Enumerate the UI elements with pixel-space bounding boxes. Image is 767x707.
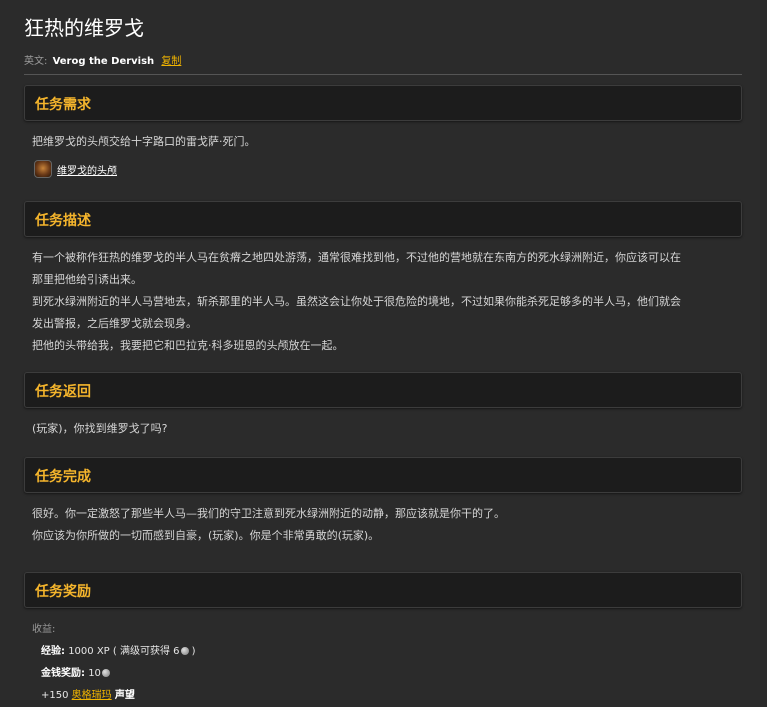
complete-header: 任务完成	[24, 457, 742, 493]
description-line: 那里把他给引诱出来。	[32, 273, 142, 286]
rewards-heading: 任务奖励	[35, 584, 91, 600]
copy-link[interactable]: 复制	[161, 56, 181, 67]
rewards-header: 任务奖励	[24, 572, 742, 608]
return-text: (玩家)，你找到维罗戈了吗?	[32, 422, 168, 435]
english-name: Verog the Dervish	[52, 56, 155, 67]
silver-coin-icon	[180, 647, 189, 655]
description-line: 有一个被称作狂热的维罗戈的半人马在贫瘠之地四处游荡，通常很难找到他，不过他的营地…	[32, 251, 681, 264]
reputation-reward: +150 奥格瑞玛 声望	[41, 685, 196, 707]
header-divider	[24, 74, 742, 75]
return-header: 任务返回	[24, 372, 742, 408]
description-line: 把他的头带给我，我要把它和巴拉克·科多班恩的头颅放在一起。	[32, 339, 344, 352]
xp-label: 经验:	[41, 646, 65, 657]
xp-reward: 经验: 1000 XP ( 满级可获得 6 )	[41, 641, 196, 663]
requirements-text: 把维罗戈的头颅交给十字路口的雷戈萨·死门。	[32, 135, 256, 148]
description-line: 到死水绿洲附近的半人马营地去，斩杀那里的半人马。虽然这会让你处于很危险的境地，不…	[32, 295, 681, 308]
english-label: 英文:	[24, 56, 48, 67]
description-heading: 任务描述	[35, 213, 91, 229]
rep-suffix: 声望	[114, 690, 135, 701]
quest-page: 狂热的维罗戈 英文: Verog the Dervish 复制 任务需求 把维罗…	[0, 0, 767, 707]
complete-line: 很好。你一定激怒了那些半人马—我们的守卫注意到死水绿洲附近的动静，那应该就是你干…	[32, 507, 505, 520]
description-text: 有一个被称作狂热的维罗戈的半人马在贫瘠之地四处游荡，通常很难找到他，不过他的营地…	[32, 247, 738, 357]
faction-link[interactable]: 奥格瑞玛	[72, 690, 112, 701]
page-title: 狂热的维罗戈	[24, 16, 144, 40]
money-label: 金钱奖励:	[41, 668, 85, 679]
requirements-heading: 任务需求	[35, 97, 91, 113]
requirements-header: 任务需求	[24, 85, 742, 121]
description-line: 发出警报，之后维罗戈就会现身。	[32, 317, 197, 330]
complete-text: 很好。你一定激怒了那些半人马—我们的守卫注意到死水绿洲附近的动静，那应该就是你干…	[32, 503, 738, 547]
xp-tail: )	[188, 646, 196, 657]
description-header: 任务描述	[24, 201, 742, 237]
return-heading: 任务返回	[35, 384, 91, 400]
gain-label: 收益:	[32, 624, 56, 635]
rewards-block: 收益: 经验: 1000 XP ( 满级可获得 6 ) 金钱奖励: 10 +15…	[32, 620, 196, 707]
money-value: 10	[88, 668, 101, 679]
rep-amount: +150	[41, 690, 69, 701]
english-name-row: 英文: Verog the Dervish 复制	[24, 52, 181, 67]
xp-value: 1000 XP ( 满级可获得 6	[68, 646, 180, 657]
quest-item-icon	[34, 160, 52, 178]
quest-item-link[interactable]: 维罗戈的头颅	[34, 159, 117, 179]
quest-item-name[interactable]: 维罗戈的头颅	[57, 162, 117, 177]
silver-coin-icon	[101, 669, 110, 677]
money-reward: 金钱奖励: 10	[41, 663, 196, 685]
complete-line: 你应该为你所做的一切而感到自豪，(玩家)。你是个非常勇敢的(玩家)。	[32, 529, 380, 542]
complete-heading: 任务完成	[35, 469, 91, 485]
